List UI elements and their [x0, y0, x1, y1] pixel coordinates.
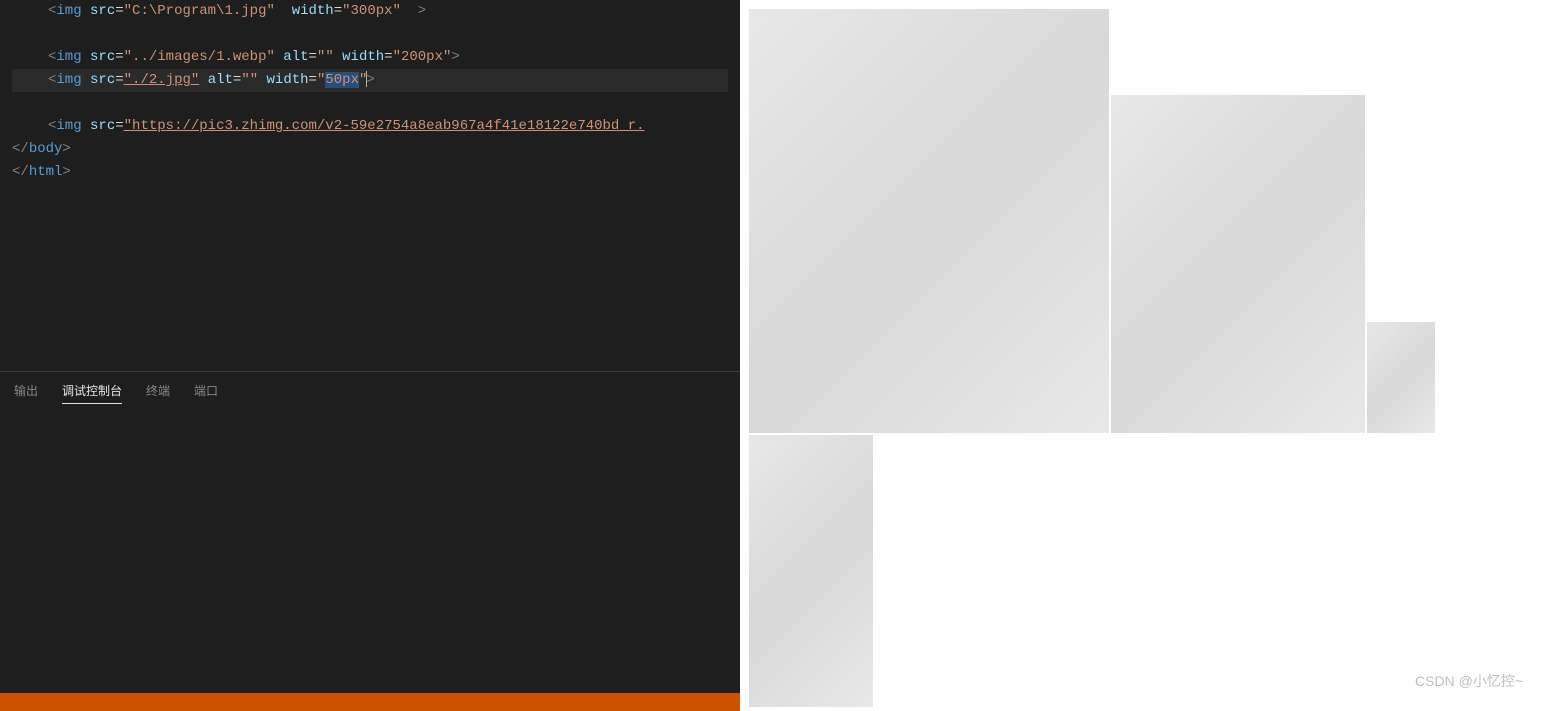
- code-line[interactable]: </html>: [12, 161, 728, 184]
- watermark: CSDN @小忆控~: [1415, 671, 1523, 691]
- code-line[interactable]: [12, 92, 728, 115]
- browser-preview-pane: CSDN @小忆控~: [740, 0, 1545, 711]
- preview-images-container: [748, 8, 1537, 708]
- code-editor-pane: <img src="C:\Program\1.jpg" width="300px…: [0, 0, 740, 711]
- preview-image-4: [749, 435, 873, 707]
- terminal-panel: 输出 调试控制台 终端 端口: [0, 371, 740, 711]
- code-line[interactable]: <img src="C:\Program\1.jpg" width="300px…: [12, 0, 728, 23]
- code-line[interactable]: <img src="./2.jpg" alt="" width="50px">: [12, 69, 728, 92]
- code-editor[interactable]: <img src="C:\Program\1.jpg" width="300px…: [0, 0, 740, 371]
- terminal-tab-调试控制台[interactable]: 调试控制台: [62, 382, 122, 404]
- terminal-tab-输出[interactable]: 输出: [14, 382, 38, 404]
- code-line[interactable]: [12, 23, 728, 46]
- preview-image-3: [1367, 322, 1435, 433]
- terminal-tab-终端[interactable]: 终端: [146, 382, 170, 404]
- preview-image-2: [1111, 95, 1365, 433]
- code-line[interactable]: <img src="../images/1.webp" alt="" width…: [12, 46, 728, 69]
- code-line[interactable]: <img src="https://pic3.zhimg.com/v2-59e2…: [12, 115, 728, 138]
- terminal-tabs: 输出 调试控制台 终端 端口: [0, 372, 740, 414]
- terminal-tab-端口[interactable]: 端口: [194, 382, 218, 404]
- preview-image-1: [749, 9, 1109, 433]
- status-bar: [0, 693, 740, 711]
- code-line[interactable]: </body>: [12, 138, 728, 161]
